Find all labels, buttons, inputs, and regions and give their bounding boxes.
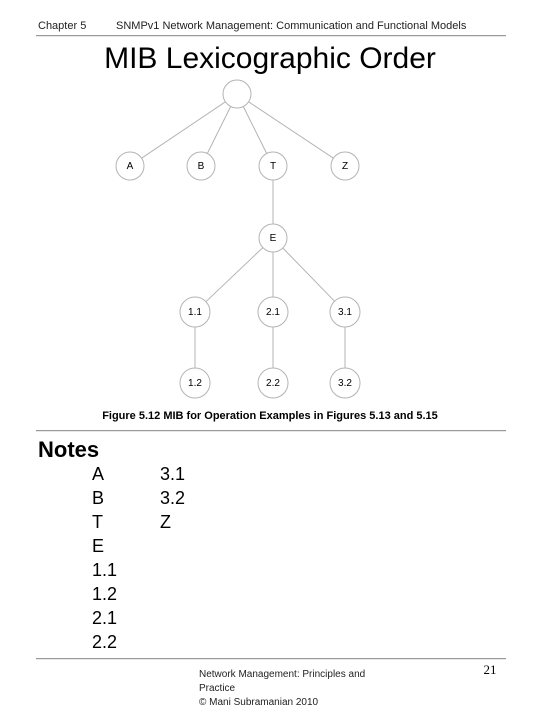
notes-left-value: A	[92, 464, 105, 484]
tree-node-label-n31: 3.1	[338, 307, 352, 318]
notes-left-value: 2.2	[92, 632, 118, 652]
page-title: MIB Lexicographic Order	[104, 42, 436, 75]
notes-row: 1.2	[92, 582, 392, 606]
tree-node-label-z: Z	[342, 161, 348, 172]
notes-row: A 3.1	[92, 462, 392, 486]
tree-node-circle-t	[258, 151, 288, 181]
notes-heading: Notes	[38, 437, 100, 462]
notes-right-value: 3.1	[160, 464, 186, 484]
notes-top-divider	[36, 430, 506, 432]
tree-node-circle-n32	[329, 367, 361, 399]
tree-node-circle-root	[222, 79, 252, 109]
header-subject: SNMPv1 Network Management: Communication…	[116, 20, 467, 32]
notes-left-value: 1.1	[92, 560, 118, 580]
notes-right-value: Z	[160, 512, 171, 532]
notes-right-value: 3.2	[160, 488, 186, 508]
tree-node-label-t: T	[270, 161, 276, 172]
tree-node-circle-z	[330, 151, 360, 181]
tree-node-t: T	[258, 151, 288, 181]
tree-node-label-b: B	[198, 161, 205, 172]
tree-edge-root-z	[248, 101, 334, 159]
tree-node-label-a: A	[127, 161, 134, 172]
tree-node-a: A	[115, 151, 145, 181]
notes-left-value: 1.2	[92, 584, 118, 604]
tree-node-label-n22: 2.2	[266, 378, 280, 389]
notes-row: TZ	[92, 510, 392, 534]
notes-row: 1.1	[92, 558, 392, 582]
slide-header: Chapter 5 SNMPv1 Network Management: Comm…	[38, 16, 508, 32]
notes-left-value: E	[92, 536, 105, 556]
tree-node-circle-n22	[257, 367, 289, 399]
tree-node-b: B	[186, 151, 216, 181]
footer-credit-line-3: © Mani Subramanian 2010	[199, 697, 319, 708]
tree-node-e: E	[258, 223, 288, 253]
tree-edge-root-t	[242, 106, 268, 154]
footer-credit: Network Management: Principles and Pract…	[199, 668, 459, 710]
tree-node-n11: 1.1	[179, 296, 211, 328]
tree-node-n22: 2.2	[257, 367, 289, 399]
tree-node-n21: 2.1	[257, 296, 289, 328]
notes-list: A 3.1 B 3.2 T Z E 1.1 1.2 2.1 2.2	[92, 462, 392, 654]
tree-node-label-n32: 3.2	[338, 378, 352, 389]
figure-caption: Figure 5.12 MIB for Operation Examples i…	[102, 410, 438, 422]
tree-node-label-e: E	[270, 233, 277, 244]
notes-left-value: T	[92, 512, 103, 532]
tree-node-circle-n11	[179, 296, 211, 328]
tree-node-group: A B T Z E 1.1 2.1 3.1 1.2 2.2 3.2	[115, 79, 361, 399]
tree-node-label-n21: 2.1	[266, 307, 280, 318]
notes-left-value: 2.1	[92, 608, 118, 628]
tree-node-circle-a	[115, 151, 145, 181]
tree-edge-group	[141, 101, 346, 368]
tree-node-z: Z	[330, 151, 360, 181]
tree-edge-e-n11	[205, 247, 264, 303]
tree-node-circle-b	[186, 151, 216, 181]
tree-edge-e-n31	[282, 247, 335, 302]
tree-node-n31: 3.1	[329, 296, 361, 328]
tree-node-n12: 1.2	[179, 367, 211, 399]
tree-node-circle-e	[258, 223, 288, 253]
notes-left-value: B	[92, 488, 105, 508]
notes-row: B 3.2	[92, 486, 392, 510]
tree-edge-root-b	[206, 106, 232, 154]
tree-node-circle-n31	[329, 296, 361, 328]
notes-row: E	[92, 534, 392, 558]
notes-row: 2.1	[92, 606, 392, 630]
tree-node-circle-n12	[179, 367, 211, 399]
header-divider	[36, 35, 506, 37]
footer-divider	[36, 658, 506, 660]
footer-credit-line-2: Practice	[199, 683, 236, 694]
page-number: 21	[483, 662, 497, 677]
footer-credit-line-1: Network Management: Principles and	[199, 669, 366, 680]
header-chapter: Chapter 5	[38, 20, 87, 32]
tree-node-n32: 3.2	[329, 367, 361, 399]
tree-node-label-n12: 1.2	[188, 378, 202, 389]
tree-node-circle-n21	[257, 296, 289, 328]
tree-node-root	[222, 79, 252, 109]
notes-row: 2.2	[92, 630, 392, 654]
tree-edge-root-a	[141, 101, 226, 159]
tree-node-label-n11: 1.1	[188, 307, 202, 318]
